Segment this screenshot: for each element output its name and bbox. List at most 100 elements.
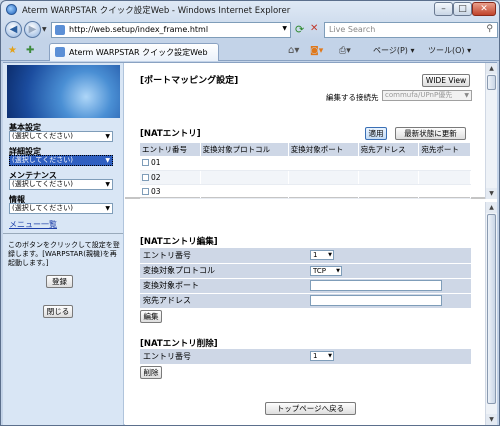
column-header: エントリ番号 [140,143,201,156]
info-select[interactable]: (選択してください) ▼ [9,203,113,214]
edit-section-title: [NATエントリ編集] [140,237,218,247]
row-checkbox[interactable] [142,173,149,181]
chevron-down-icon: ▼ [336,267,340,274]
register-button[interactable]: 登録 [46,275,73,288]
edit-button[interactable]: 編集 [140,310,162,323]
search-box[interactable]: Live Search ⚲ [324,22,498,38]
top-page-button[interactable]: トップページへ戻る [265,402,356,415]
tab-row: ★ ✚ Aterm WARPSTAR クイック設定Web ⌂▾ ◙▾ ⎙▾ ペー… [1,41,499,61]
table-header-row: エントリ番号 変換対象プロトコル 変換対象ポート 宛先アドレス 宛先ポート [140,143,471,156]
chevron-down-icon: ▼ [328,353,332,360]
protocol-label: 変換対象プロトコル [140,263,307,279]
close-button[interactable]: 閉じる [43,305,73,318]
row-checkbox[interactable] [142,187,149,195]
favorites-star-icon[interactable]: ★ [8,45,17,56]
address-bar[interactable]: http://web.setup/index_frame.html ▼ [51,22,291,38]
dest-address-input[interactable] [310,295,442,306]
advanced-settings-select[interactable]: (選択してください) ▼ [9,155,113,166]
page-menu[interactable]: ページ(P) ▾ [373,44,414,58]
browser-window: Aterm WARPSTAR クイック設定Web - Windows Inter… [0,0,500,426]
recent-pages-dropdown-icon[interactable]: ▼ [42,26,47,33]
form-row: 宛先アドレス [140,293,471,309]
menu-list-link[interactable]: メニュー一覧 [9,219,57,230]
register-note: このボタンをクリックして設定を登録します。[WARPSTAR(親機)を再起動しま… [8,241,120,267]
refresh-status-button[interactable]: 最新状態に更新 [395,127,466,140]
tab-active[interactable]: Aterm WARPSTAR クイック設定Web [49,43,219,61]
edit-form-table: エントリ番号 1 ▼ 変換対象プロトコル TCP ▼ 変換対象ポート 宛先アドレス [140,248,471,309]
maintenance-value: (選択してください) [12,180,74,188]
top-frame-scrollbar[interactable]: ▲ ▼ [485,63,497,199]
browser-content: 基本設定 (選択してください) ▼ 詳細設定 (選択してください) ▼ メンテナ… [3,62,497,425]
chevron-down-icon: ▼ [105,181,110,188]
basic-settings-select[interactable]: (選択してください) ▼ [9,131,113,142]
chevron-down-icon: ▼ [105,157,110,164]
stop-icon[interactable]: ✕ [310,23,318,34]
column-header: 変換対象ポート [288,143,359,156]
delete-entry-value: 1 [313,352,318,361]
nat-edit-frame: [NATエントリ編集] エントリ番号 1 ▼ 変換対象プロトコル TCP ▼ 変換対… [125,202,497,425]
form-row: 変換対象ポート [140,278,471,294]
minimize-button[interactable]: – [434,2,453,16]
connection-label: 編集する接続先 [326,93,379,102]
entry-number-value: 1 [313,251,318,260]
form-row: エントリ番号 1 ▼ [140,248,471,264]
chevron-down-icon: ▼ [105,133,110,140]
home-icon[interactable]: ⌂▾ [288,44,299,58]
entry-number: 02 [151,172,161,182]
wide-view-button[interactable]: WIDE View [422,74,470,87]
protocol-select[interactable]: TCP ▼ [310,265,342,276]
scroll-up-icon[interactable]: ▲ [486,202,497,213]
chevron-down-icon: ▼ [105,205,110,212]
dest-address-label: 宛先アドレス [140,293,307,309]
scroll-up-icon[interactable]: ▲ [486,63,497,74]
port-input[interactable] [310,280,442,291]
delete-form-table: エントリ番号 1 ▼ [140,349,471,365]
entry-number-select[interactable]: 1 ▼ [310,250,334,261]
apply-button[interactable]: 適用 [365,127,387,140]
delete-entry-select[interactable]: 1 ▼ [310,351,334,362]
scroll-down-icon[interactable]: ▼ [486,414,497,425]
address-dropdown-icon[interactable]: ▼ [282,25,287,32]
maximize-button[interactable]: □ [453,2,472,16]
column-header: 宛先ポート [418,143,471,156]
connection-select[interactable]: commufa/UPnP優先 ▼ [382,90,472,101]
scroll-down-icon[interactable]: ▼ [486,188,497,199]
basic-settings-value: (選択してください) [12,132,74,140]
warpstar-logo [7,65,120,118]
title-bar: Aterm WARPSTAR クイック設定Web - Windows Inter… [1,1,499,18]
tab-label: Aterm WARPSTAR クイック設定Web [69,48,208,57]
ie-logo-icon [6,4,17,15]
entry-number-label: エントリ番号 [140,248,307,264]
search-input[interactable]: Live Search [329,25,375,34]
feeds-icon[interactable]: ◙▾ [310,44,323,58]
column-header: 宛先アドレス [358,143,420,156]
chevron-down-icon: ▼ [464,92,469,99]
delete-button[interactable]: 削除 [140,366,162,379]
entry-number: 01 [151,158,161,168]
maintenance-select[interactable]: (選択してください) ▼ [9,179,113,190]
refresh-icon[interactable]: ⟳ [295,23,304,36]
row-checkbox[interactable] [142,159,149,167]
search-icon[interactable]: ⚲ [486,24,493,34]
delete-entry-label: エントリ番号 [140,349,307,365]
page-title: [ポートマッピング設定] [140,76,239,86]
scroll-thumb[interactable] [487,75,496,90]
close-window-button[interactable]: ✕ [472,2,496,16]
advanced-settings-value: (選択してください) [12,156,74,164]
scroll-thumb[interactable] [487,214,496,404]
table-row: 03 [140,184,471,199]
print-icon[interactable]: ⎙▾ [339,44,351,58]
bottom-frame-scrollbar[interactable]: ▲ ▼ [485,202,497,425]
connection-value: commufa/UPnP優先 [385,91,453,99]
table-row: 01 [140,156,471,171]
forward-button[interactable]: ▶ [24,21,41,38]
nat-entry-table: エントリ番号 変換対象プロトコル 変換対象ポート 宛先アドレス 宛先ポート 01… [140,143,471,199]
tools-menu[interactable]: ツール(O) ▾ [428,44,471,58]
table-row: 02 [140,170,471,185]
form-row: エントリ番号 1 ▼ [140,349,471,365]
back-button[interactable]: ◀ [5,21,22,38]
column-header: 変換対象プロトコル [200,143,289,156]
address-url[interactable]: http://web.setup/index_frame.html [69,25,208,34]
port-label: 変換対象ポート [140,278,307,294]
add-favorites-icon[interactable]: ✚ [26,45,34,56]
